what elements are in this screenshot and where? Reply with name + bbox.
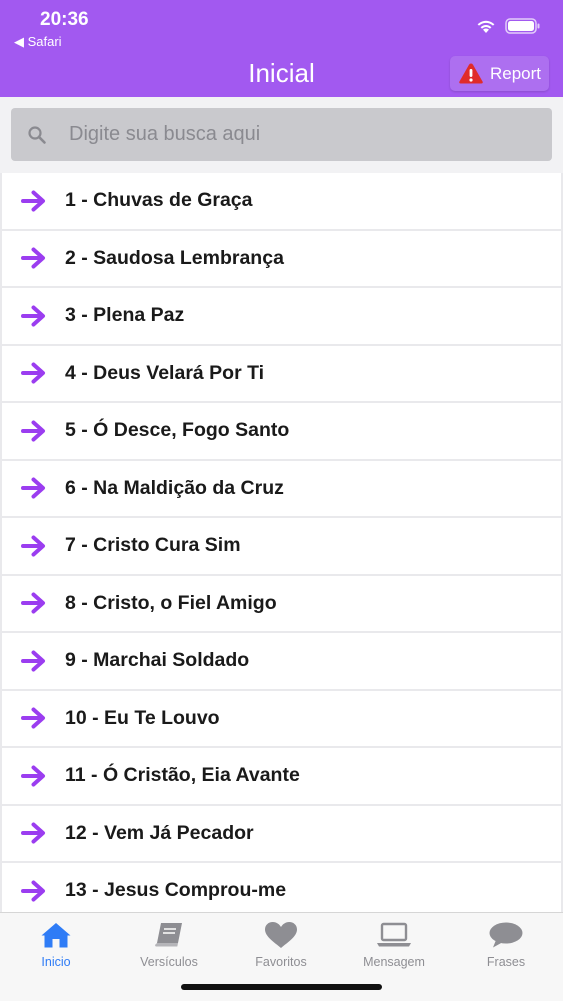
list-item[interactable]: 1 - Chuvas de Graça: [2, 173, 561, 229]
report-button[interactable]: Report: [450, 56, 549, 91]
tab-versiculos[interactable]: Versículos: [113, 919, 225, 969]
arrow-right-icon: [21, 822, 47, 844]
arrow-right-icon: [21, 305, 47, 327]
tab-label: Mensagem: [363, 955, 425, 969]
heart-icon: [264, 919, 298, 951]
tab-label: Favoritos: [255, 955, 307, 969]
list-item-label: 11 - Ó Cristão, Eia Avante: [65, 764, 300, 787]
list-item[interactable]: 4 - Deus Velará Por Ti: [2, 345, 561, 401]
list-item-label: 3 - Plena Paz: [65, 304, 185, 327]
arrow-right-icon: [21, 362, 47, 384]
arrow-right-icon: [21, 880, 47, 902]
list-item-label: 5 - Ó Desce, Fogo Santo: [65, 419, 290, 442]
arrow-right-icon: [21, 650, 47, 672]
tab-mensagem[interactable]: Mensagem: [338, 919, 450, 969]
search-area: [0, 97, 563, 173]
laptop-icon: [376, 919, 412, 951]
list-item-label: 10 - Eu Te Louvo: [65, 706, 220, 729]
list-item[interactable]: 12 - Vem Já Pecador: [2, 805, 561, 861]
list-item[interactable]: 10 - Eu Te Louvo: [2, 690, 561, 746]
list-item[interactable]: 11 - Ó Cristão, Eia Avante: [2, 748, 561, 804]
search-bar[interactable]: [11, 108, 552, 161]
tab-favoritos[interactable]: Favoritos: [225, 919, 337, 969]
home-icon: [40, 919, 72, 951]
arrow-right-icon: [21, 765, 47, 787]
status-time: 20:36: [40, 9, 89, 30]
list-item[interactable]: 2 - Saudosa Lembrança: [2, 230, 561, 286]
tab-inicio[interactable]: Inicio: [0, 919, 112, 969]
chat-bubble-icon: [488, 919, 524, 951]
tab-label: Versículos: [140, 955, 198, 969]
list-item-label: 1 - Chuvas de Graça: [65, 189, 253, 212]
book-icon: [153, 919, 185, 951]
search-input[interactable]: [67, 122, 511, 147]
list-item-label: 12 - Vem Já Pecador: [65, 821, 254, 844]
list-item[interactable]: 7 - Cristo Cura Sim: [2, 518, 561, 574]
list-item-label: 9 - Marchai Soldado: [65, 649, 250, 672]
report-button-label: Report: [489, 63, 542, 83]
arrow-right-icon: [21, 420, 47, 442]
arrow-right-icon: [21, 592, 47, 614]
home-indicator: [181, 984, 382, 990]
list-item[interactable]: 9 - Marchai Soldado: [2, 633, 561, 689]
arrow-right-icon: [21, 535, 47, 557]
arrow-right-icon: [21, 707, 47, 729]
arrow-right-icon: [21, 477, 47, 499]
list-item-label: 7 - Cristo Cura Sim: [65, 534, 241, 557]
battery-icon: [505, 18, 541, 34]
list-item-label: 2 - Saudosa Lembrança: [65, 246, 284, 269]
list-item[interactable]: 3 - Plena Paz: [2, 288, 561, 344]
list-item-label: 8 - Cristo, o Fiel Amigo: [65, 591, 277, 614]
arrow-right-icon: [21, 190, 47, 212]
tab-label: Inicio: [41, 955, 71, 969]
tab-frases[interactable]: Frases: [450, 919, 562, 969]
status-icons: [476, 18, 541, 34]
list-item[interactable]: 13 - Jesus Comprou-me: [2, 863, 561, 912]
search-icon: [27, 125, 47, 145]
list-item[interactable]: 5 - Ó Desce, Fogo Santo: [2, 403, 561, 459]
list-item[interactable]: 6 - Na Maldição da Cruz: [2, 460, 561, 516]
warning-icon: [458, 62, 484, 85]
list-item-label: 13 - Jesus Comprou-me: [65, 879, 287, 902]
wifi-icon: [476, 19, 496, 34]
back-to-safari-link[interactable]: ◀ Safari: [14, 34, 62, 50]
app-header: 20:36 ◀ Safari Inicial Report: [0, 0, 563, 97]
tab-label: Frases: [486, 955, 526, 969]
list-item[interactable]: 8 - Cristo, o Fiel Amigo: [2, 575, 561, 631]
list-item-label: 4 - Deus Velará Por Ti: [65, 361, 265, 384]
list-item-label: 6 - Na Maldição da Cruz: [65, 476, 284, 499]
arrow-right-icon: [21, 247, 47, 269]
hymn-list: 1 - Chuvas de Graça 2 - Saudosa Lembrança…: [0, 173, 563, 912]
